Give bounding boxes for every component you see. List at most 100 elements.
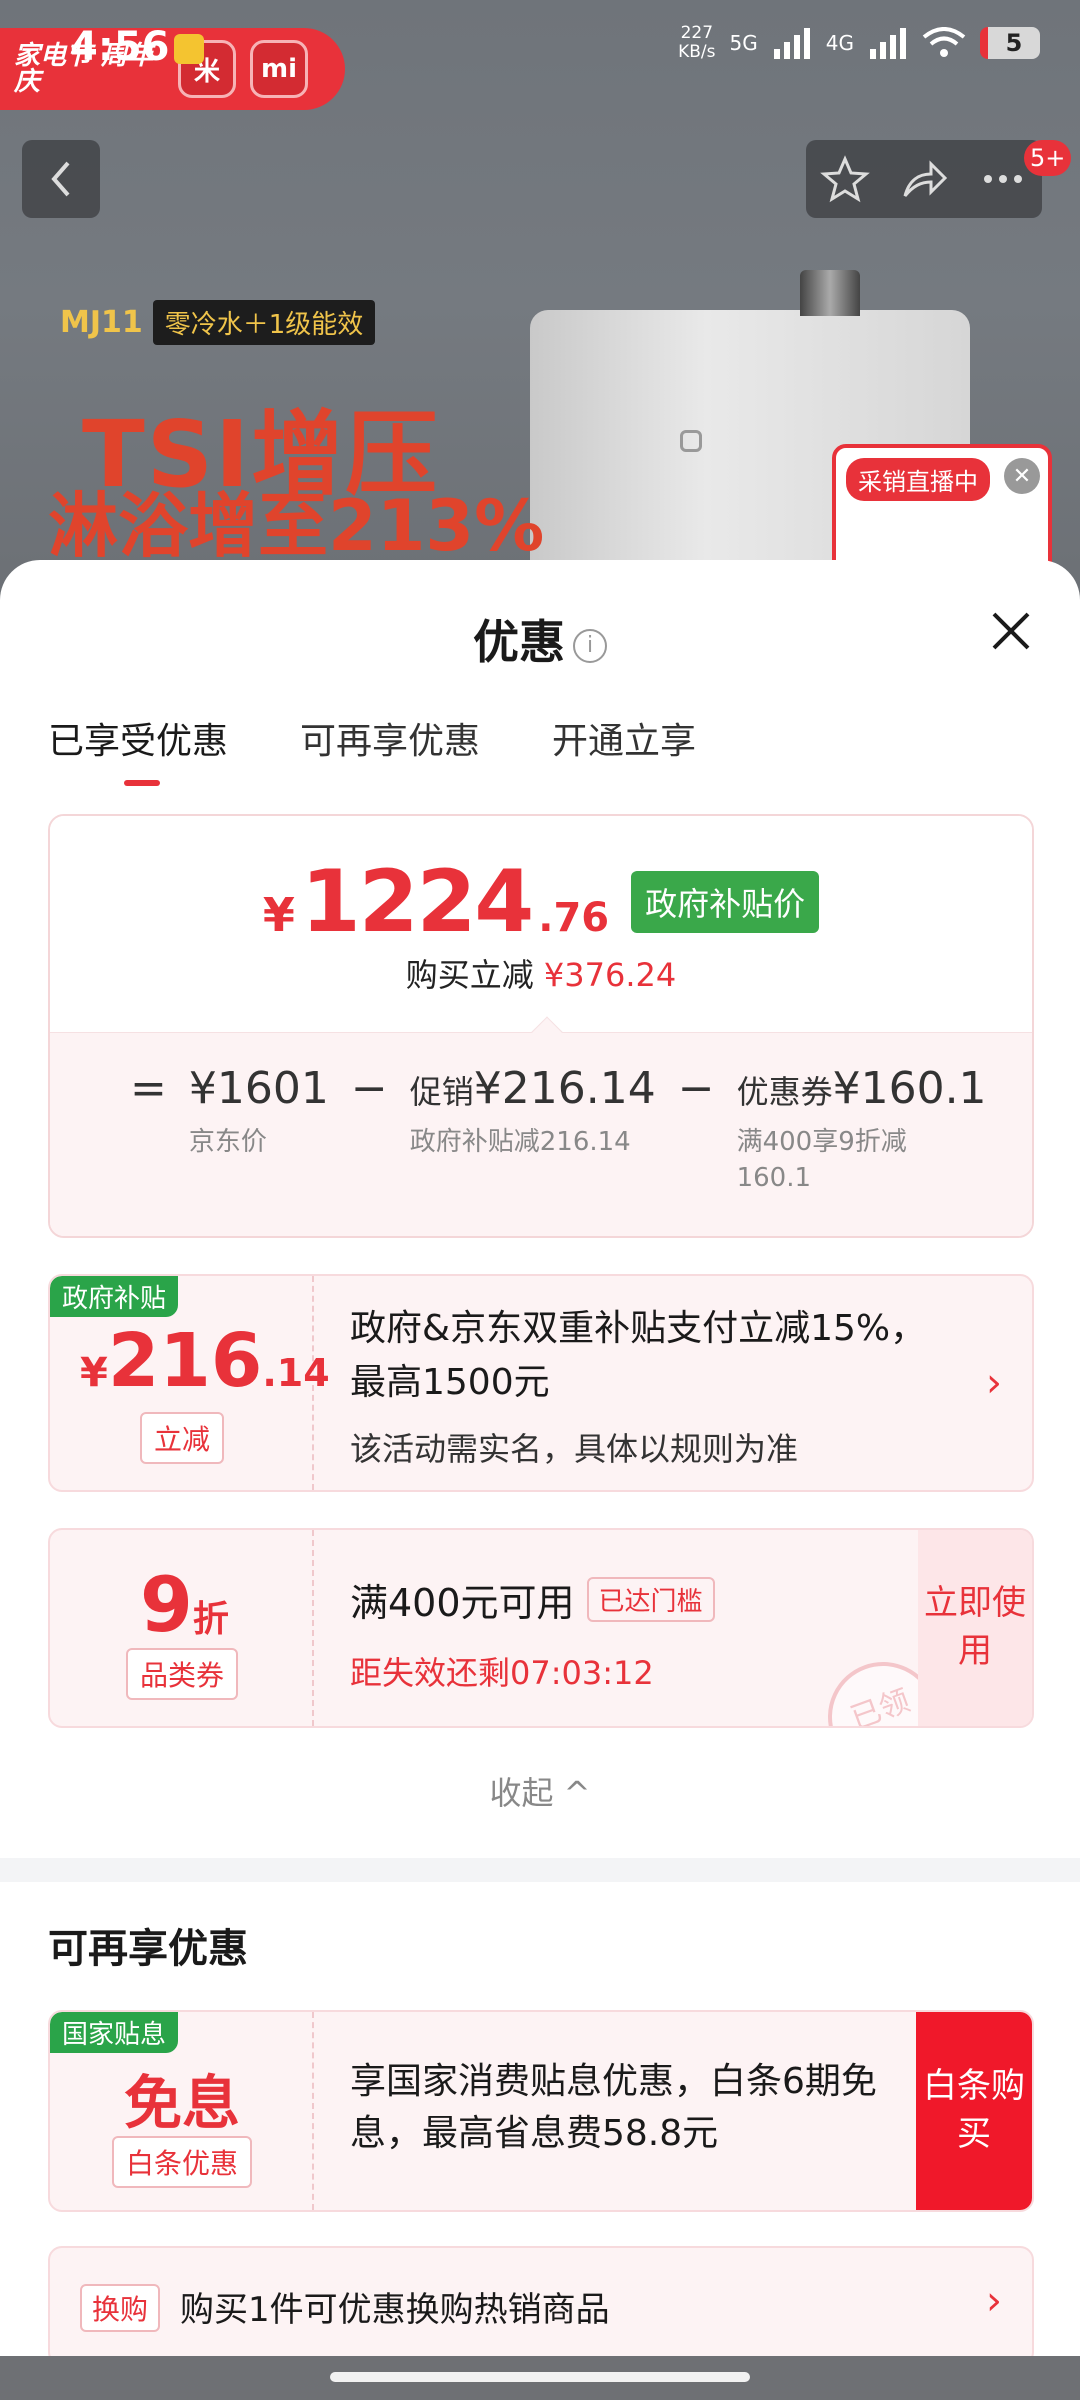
promo-amount: ¥216.14 — [473, 1063, 656, 1114]
exchange-tag: 换购 — [80, 2284, 161, 2332]
gov-subsidy-desc: 该活动需实名，具体以规则为准 — [350, 1430, 799, 1468]
collapse-button[interactable]: 收起 ^ — [0, 1768, 1080, 1814]
share-icon[interactable] — [899, 154, 949, 204]
category-coupon-left: 9折 品类券 — [50, 1530, 314, 1726]
tab-more-available[interactable]: 可再享优惠 — [300, 712, 480, 786]
save-line: 购买立减 ¥376.24 — [50, 950, 1032, 996]
top-action-group — [806, 140, 1042, 218]
gov-price-badge: 政府补贴价 — [631, 871, 820, 933]
discount-value: 9折 — [140, 1560, 229, 1649]
equals-sign: = — [130, 1063, 167, 1114]
exchange-text: 购买1件可优惠换购热销商品 — [180, 2290, 610, 2330]
threshold-reached-tag: 已达门槛 — [586, 1577, 715, 1622]
save-label: 购买立减 — [405, 956, 534, 994]
signal-5g-label: 5G — [729, 30, 758, 55]
interest-corner: 国家贴息 — [50, 2012, 179, 2053]
discount-number: 9 — [140, 1560, 193, 1649]
promo-sub: 政府补贴减216.14 — [409, 1127, 631, 1157]
price-summary: ¥ 1224 .76 政府补贴价 购买立减 ¥376.24 — [50, 816, 1032, 1032]
gov-subsidy-corner: 政府补贴 — [50, 1276, 179, 1317]
network-speed: 227 KB/s — [678, 24, 715, 61]
interest-free-label: 免息 — [124, 2069, 241, 2137]
baitiao-tag: 白条优惠 — [112, 2136, 253, 2188]
model-tag: 零冷水＋1级能效 — [152, 300, 376, 345]
tab-enjoyed[interactable]: 已享受优惠 — [48, 712, 228, 786]
model-line: MJ11 零冷水＋1级能效 — [60, 300, 376, 345]
coupon-condition: 满400元可用 已达门槛 — [350, 1572, 715, 1627]
jd-price-col: ¥1601 京东价 — [189, 1063, 329, 1160]
coupon-amount: ¥160.1 — [832, 1063, 987, 1114]
heater-pipe — [800, 270, 860, 316]
exchange-row[interactable]: 换购 购买1件可优惠换购热销商品 › — [48, 2246, 1034, 2366]
headline-secondary: 淋浴增至213% — [48, 485, 545, 567]
price-formula: = ¥1601 京东价 − 促销¥216.14 政府补贴减216.14 − 优惠… — [130, 1063, 987, 1197]
coupon-sub: 满400享9折减 — [736, 1127, 907, 1157]
tab-activate[interactable]: 开通立享 — [552, 712, 696, 786]
interest-free-left: 国家贴息 免息 白条优惠 — [50, 2012, 314, 2210]
signal-4g-label: 4G — [825, 30, 854, 55]
close-icon[interactable] — [990, 610, 1032, 652]
coupon-condition-text: 满400元可用 — [350, 1581, 575, 1625]
minus-sign: − — [350, 1063, 388, 1114]
instant-reduce-tag: 立减 — [140, 1412, 225, 1464]
gov-subsidy-left: 政府补贴 ¥216.14 立减 — [50, 1276, 330, 1490]
model-name: MJ11 — [60, 305, 143, 340]
gov-subsidy-amount: ¥216.14 — [80, 1318, 330, 1404]
info-icon[interactable]: i — [573, 628, 607, 663]
star-icon[interactable] — [820, 154, 871, 204]
category-coupon-tag: 品类券 — [126, 1648, 239, 1700]
chevron-right-icon-2: › — [986, 2278, 1002, 2324]
interest-free-card: 国家贴息 免息 白条优惠 享国家消费贴息优惠，白条6期免息，最高省息费58.8元… — [48, 2010, 1034, 2212]
gov-amount-dec: .14 — [262, 1351, 330, 1395]
clock: 4:56 — [70, 24, 170, 70]
section-title-more: 可再享优惠 — [48, 1926, 248, 1972]
status-icons: 227 KB/s 5G 4G 5 — [678, 24, 1040, 61]
jd-price-label: 京东价 — [188, 1127, 267, 1157]
minus-sign-2: − — [677, 1063, 715, 1114]
coupon-label: 优惠券 — [736, 1073, 833, 1111]
gov-yen: ¥ — [80, 1350, 108, 1396]
coupon-countdown: 距失效还剩07:03:12 — [350, 1654, 654, 1692]
discount-unit: 折 — [192, 1599, 229, 1640]
baitiao-buy-button[interactable]: 白条购买 — [916, 2012, 1032, 2210]
interest-free-desc: 享国家消费贴息优惠，白条6期免息，最高省息费58.8元 — [350, 2061, 877, 2155]
heater-logo — [680, 430, 702, 452]
promo-label: 促销 — [409, 1073, 474, 1111]
promo-col: 促销¥216.14 政府补贴减216.14 — [410, 1063, 656, 1160]
net-speed-unit: KB/s — [678, 41, 716, 62]
final-price: ¥ 1224 .76 政府补贴价 — [50, 852, 1032, 952]
status-bar: 4:56 227 KB/s 5G 4G 5 — [0, 0, 1080, 100]
coupon-sub-2: 160.1 — [736, 1163, 812, 1194]
chevron-right-icon: › — [986, 1360, 1002, 1406]
gov-amount-int: 216 — [107, 1318, 263, 1404]
battery-icon: 5 — [980, 26, 1040, 59]
price-decimal: .76 — [538, 895, 610, 941]
notification-icon — [174, 34, 204, 64]
price-breakdown-card: ¥ 1224 .76 政府补贴价 购买立减 ¥376.24 = ¥1601 京东… — [48, 814, 1034, 1238]
wifi-icon — [922, 26, 966, 57]
gov-subsidy-card[interactable]: 政府补贴 ¥216.14 立减 政府&京东双重补贴支付立减15%，最高1500元… — [48, 1274, 1034, 1492]
sheet-title-row: 优惠 i — [0, 606, 1080, 672]
gov-subsidy-title: 政府&京东双重补贴支付立减15%，最高1500元 — [350, 1308, 927, 1403]
save-amount: ¥376.24 — [543, 956, 677, 994]
message-badge: 5+ — [1024, 140, 1072, 176]
discount-sheet: 优惠 i 已享受优惠 可再享优惠 开通立享 ¥ 1224 .76 政府补贴价 购买… — [0, 560, 1080, 2400]
signal-icon-2 — [870, 27, 906, 59]
signal-icon — [773, 27, 810, 59]
use-now-button[interactable]: 立即使用 — [918, 1530, 1032, 1726]
gesture-bar — [0, 2356, 1080, 2400]
close-live-icon[interactable]: ✕ — [1004, 458, 1040, 494]
price-currency: ¥ — [262, 888, 295, 942]
sheet-title: 优惠 — [473, 615, 565, 669]
section-divider — [0, 1858, 1080, 1882]
jd-price-value: ¥1601 — [188, 1063, 329, 1114]
more-icon[interactable] — [978, 154, 1028, 204]
back-button[interactable] — [22, 140, 100, 218]
live-label: 采销直播中 — [846, 458, 990, 501]
price-integer: 1224 — [300, 852, 534, 952]
price-formula-panel: = ¥1601 京东价 − 促销¥216.14 政府补贴减216.14 − 优惠… — [50, 1016, 1032, 1236]
tab-bar: 已享受优惠 可再享优惠 开通立享 — [48, 712, 696, 786]
home-indicator[interactable] — [330, 2372, 750, 2382]
coupon-col: 优惠券¥160.1 满400享9折减 160.1 — [737, 1063, 987, 1197]
net-speed-value: 227 — [680, 23, 714, 43]
